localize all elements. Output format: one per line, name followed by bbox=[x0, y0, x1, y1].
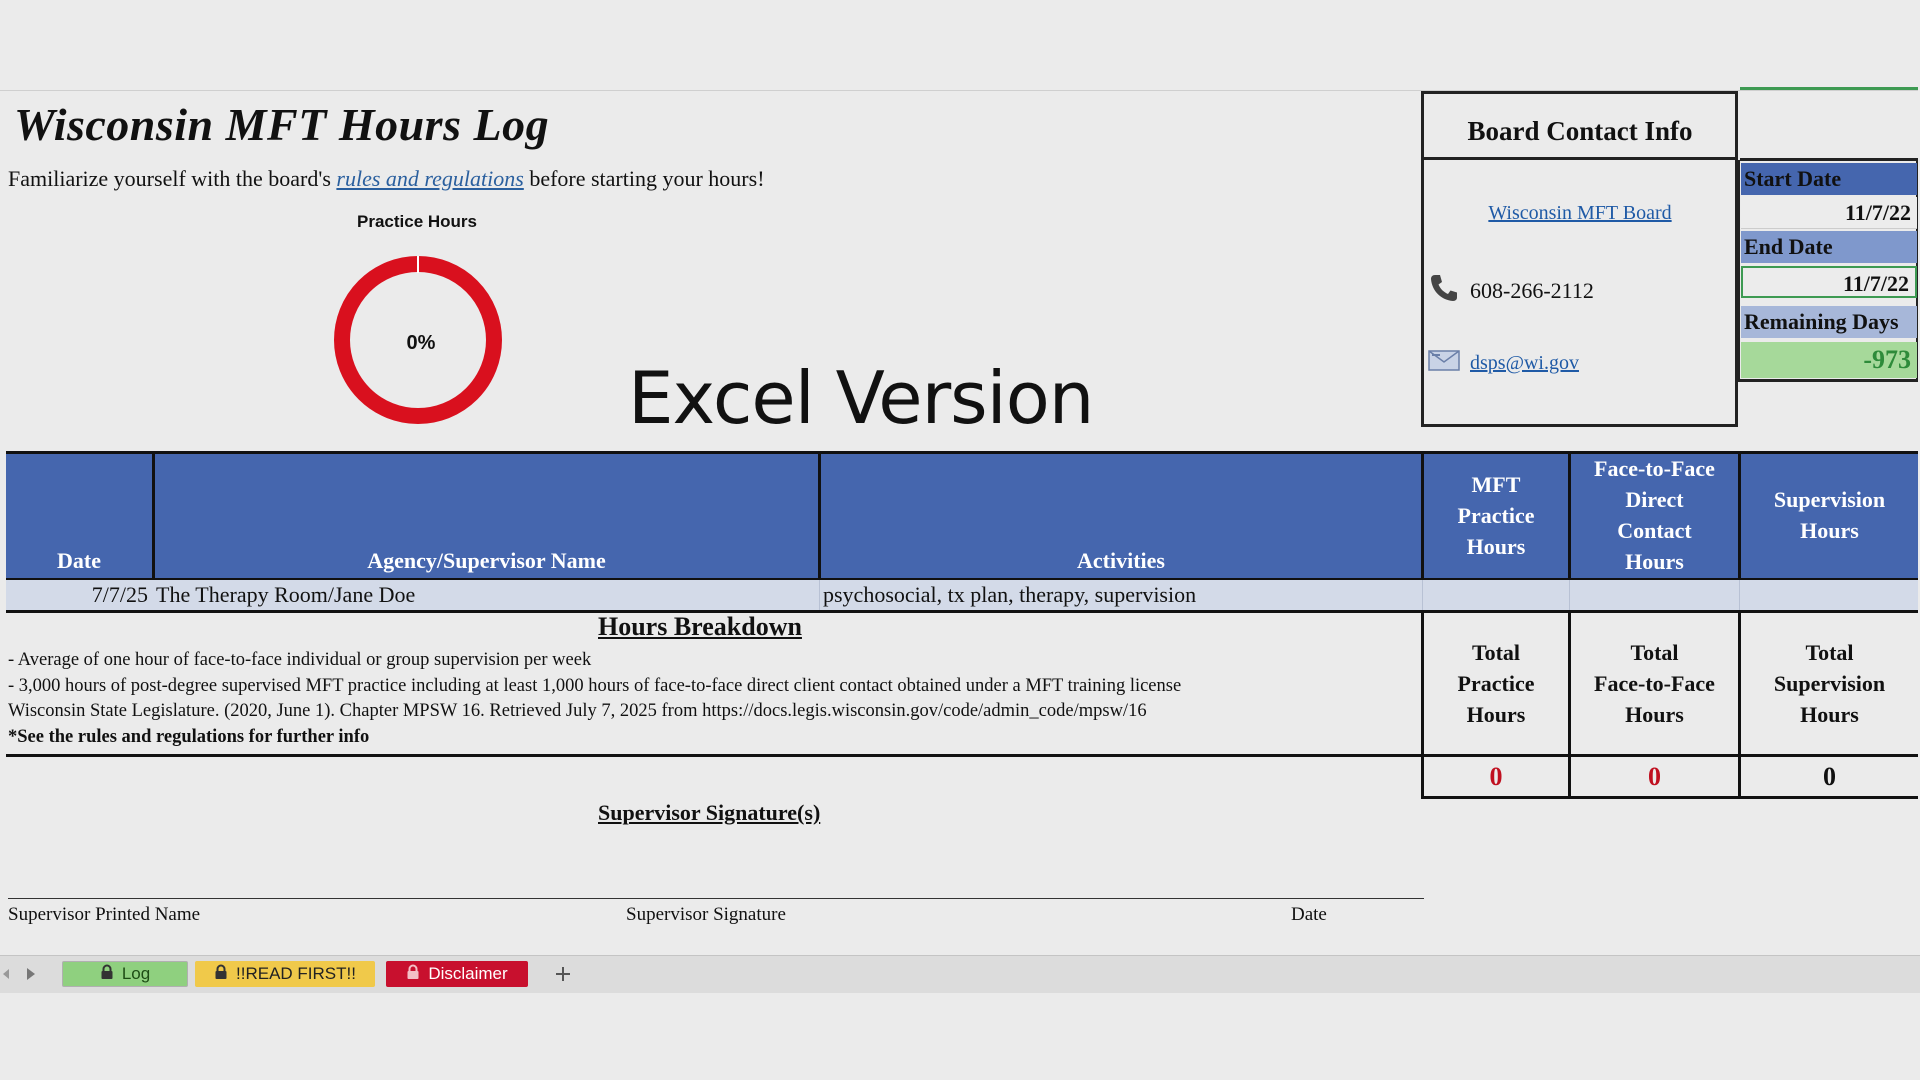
breakdown-bottom-border bbox=[6, 754, 1918, 757]
breakdown-line-supervision: - Average of one hour of face-to-face in… bbox=[8, 650, 592, 670]
board-link[interactable]: Wisconsin MFT Board bbox=[1424, 202, 1736, 225]
sheet-tab-log[interactable]: Log bbox=[62, 961, 188, 987]
window-bottom-margin bbox=[0, 993, 1920, 1080]
remaining-days-value[interactable]: -973 bbox=[1741, 342, 1917, 378]
date-column-top-border bbox=[1740, 87, 1918, 90]
col-header-activities: Activities bbox=[821, 454, 1421, 578]
phone-row: 608-266-2112 bbox=[1428, 272, 1594, 310]
breakdown-line-practice: - 3,000 hours of post-degree supervised … bbox=[8, 676, 1182, 696]
date-column-border-left bbox=[1738, 160, 1740, 382]
date-column-border-top bbox=[1740, 158, 1918, 161]
signature-label: Supervisor Signature bbox=[626, 904, 786, 925]
remaining-days-label: Remaining Days bbox=[1741, 306, 1917, 338]
contact-divider bbox=[1421, 157, 1738, 160]
total-practice-value[interactable]: 0 bbox=[1424, 758, 1568, 796]
row-cell-divider bbox=[1422, 580, 1423, 610]
col-header-date: Date bbox=[6, 454, 152, 578]
lock-icon bbox=[406, 964, 420, 985]
total-face-to-face-header: Total Face-to-Face Hours bbox=[1594, 639, 1715, 727]
row-agency-cell[interactable]: The Therapy Room/Jane Doe bbox=[156, 580, 816, 610]
total-practice-header: Total Practice Hours bbox=[1457, 639, 1535, 727]
end-date-label: End Date bbox=[1741, 231, 1917, 263]
start-date-label: Start Date bbox=[1741, 163, 1917, 195]
add-sheet-icon[interactable] bbox=[552, 963, 574, 985]
col-header-agency: Agency/Supervisor Name bbox=[155, 454, 818, 578]
row-cell-divider bbox=[1569, 580, 1570, 610]
scroll-tabs-right-icon[interactable] bbox=[24, 964, 38, 984]
printed-name-label: Supervisor Printed Name bbox=[8, 904, 201, 925]
col-header-mft-practice-hours: MFT Practice Hours bbox=[1424, 454, 1568, 578]
phone-number: 608-266-2112 bbox=[1470, 278, 1594, 303]
contact-title: Board Contact Info bbox=[1467, 116, 1693, 146]
lock-icon bbox=[100, 964, 114, 985]
tab-label: Log bbox=[121, 964, 151, 983]
total-face-to-face-value[interactable]: 0 bbox=[1571, 758, 1738, 796]
breakdown-line-note: *See the rules and regulations for furth… bbox=[8, 727, 370, 747]
rules-link[interactable]: rules and regulations bbox=[336, 166, 523, 191]
page-title: Wisconsin MFT Hours Log bbox=[14, 99, 550, 150]
practice-hours-donut: 0% bbox=[330, 252, 506, 433]
end-date-value[interactable]: 11/7/22 bbox=[1741, 266, 1917, 298]
email-icon bbox=[1428, 348, 1462, 378]
signature-line bbox=[8, 898, 1424, 899]
totals-border-bottom bbox=[1421, 796, 1918, 799]
total-supervision-value[interactable]: 0 bbox=[1741, 758, 1918, 796]
date-column-border-bottom bbox=[1740, 379, 1918, 382]
row-f2f-cell[interactable] bbox=[1571, 580, 1738, 610]
tab-label: Disclaimer bbox=[428, 964, 508, 983]
row-activities-cell[interactable]: psychosocial, tx plan, therapy, supervis… bbox=[823, 580, 1419, 610]
intro-before: Familiarize yourself with the board's bbox=[8, 166, 337, 191]
breakdown-line-citation: Wisconsin State Legislature. (2020, June… bbox=[8, 701, 1147, 721]
total-supervision-header: Total Supervision Hours bbox=[1773, 639, 1886, 727]
start-date-value[interactable]: 11/7/22 bbox=[1741, 197, 1917, 229]
donut-chart-title: Practice Hours bbox=[357, 212, 477, 231]
tab-label: !!READ FIRST!! bbox=[236, 964, 356, 983]
email-row: dsps@wi.gov bbox=[1428, 348, 1579, 378]
phone-icon bbox=[1428, 272, 1460, 310]
email-link[interactable]: dsps@wi.gov bbox=[1470, 352, 1579, 375]
row-mft-cell[interactable] bbox=[1424, 580, 1568, 610]
intro-text: Familiarize yourself with the board's ru… bbox=[8, 166, 765, 192]
col-header-supervision-hours: Supervision Hours bbox=[1741, 454, 1918, 578]
row-sup-cell[interactable] bbox=[1741, 580, 1918, 610]
intro-after: before starting your hours! bbox=[523, 166, 765, 191]
donut-percent-label: 0% bbox=[407, 332, 436, 354]
supervisor-signatures-title: Supervisor Signature(s) bbox=[598, 800, 821, 825]
sheet-tab-read-first[interactable]: !!READ FIRST!! bbox=[195, 961, 375, 987]
lock-icon bbox=[214, 964, 228, 985]
col-header-face-to-face-hours: Face-to-Face Direct Contact Hours bbox=[1571, 454, 1738, 578]
sheet-tab-disclaimer[interactable]: Disclaimer bbox=[386, 961, 528, 987]
row-date-cell[interactable]: 7/7/25 bbox=[6, 580, 148, 610]
excel-version-watermark: Excel Version bbox=[628, 356, 1094, 440]
hours-breakdown-title: Hours Breakdown bbox=[598, 612, 802, 641]
row-cell-divider bbox=[819, 580, 820, 610]
scroll-tabs-left-icon[interactable] bbox=[0, 964, 12, 984]
row-cell-divider bbox=[1739, 580, 1740, 610]
signature-date-label: Date bbox=[1291, 904, 1327, 925]
